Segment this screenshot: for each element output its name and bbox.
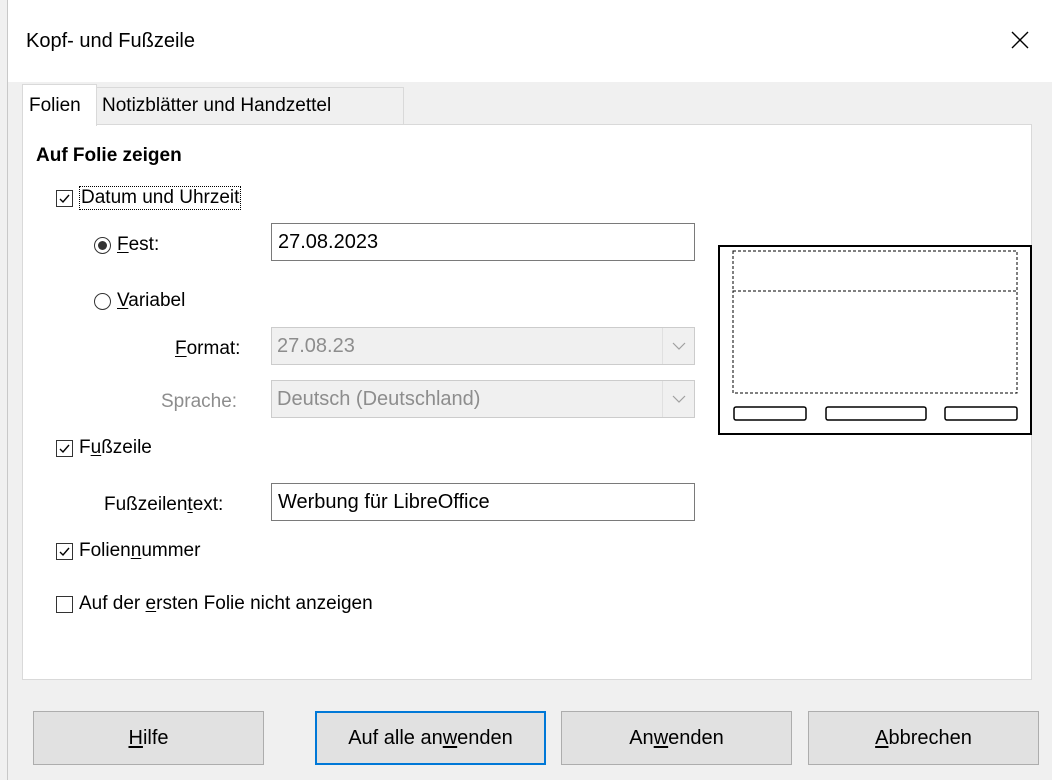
help-label-post: ilfe	[142, 726, 169, 749]
fixed-date-input[interactable]: 27.08.2023	[271, 223, 695, 261]
format-dropdown-button[interactable]	[662, 328, 694, 364]
date-time-label: Datum und Uhrzeit	[79, 186, 242, 210]
footer-label-pre: F	[79, 437, 91, 458]
footer-label: Fußzeile	[79, 437, 152, 459]
language-dropdown[interactable]: Deutsch (Deutschland)	[271, 380, 695, 418]
footer-text-label-post: ext:	[192, 494, 224, 515]
checkmark-icon	[59, 444, 70, 453]
fixed-radio-circle	[94, 236, 111, 254]
radio-selected-dot	[98, 240, 107, 250]
apply-mnemonic: w	[653, 726, 669, 749]
slide-number-label-post: ummer	[141, 540, 201, 561]
apply-button-label: Anwenden	[629, 727, 724, 750]
apply-label-post: enden	[668, 726, 724, 749]
date-time-checkbox[interactable]: Datum und Uhrzeit	[56, 186, 242, 210]
format-dropdown[interactable]: 27.08.23	[271, 327, 695, 365]
language-value: Deutsch (Deutschland)	[277, 387, 481, 410]
apply-button[interactable]: Anwenden	[561, 711, 792, 765]
tab-notizblaetter[interactable]: Notizblätter und Handzettel	[97, 87, 404, 124]
window-left-edge	[0, 0, 8, 780]
tab-folien[interactable]: Folien	[22, 84, 97, 126]
slide-layout-preview-graphic	[732, 250, 1018, 421]
footer-text-value: Werbung für LibreOffice	[278, 490, 490, 513]
footer-mnemonic: u	[90, 437, 102, 458]
apply-all-label-post: enden	[457, 726, 513, 749]
slide-preview	[718, 245, 1032, 435]
format-mnemonic: F	[175, 338, 187, 359]
tab-folien-label: Folien	[29, 94, 81, 116]
footer-label-post: ßzeile	[101, 437, 152, 458]
help-mnemonic: H	[128, 726, 143, 749]
language-dropdown-button[interactable]	[662, 381, 694, 417]
help-button[interactable]: Hilfe	[33, 711, 264, 765]
fixed-mnemonic: F	[117, 234, 129, 255]
apply-label-pre: An	[629, 726, 654, 749]
hide-first-label: Auf der ersten Folie nicht anzeigen	[79, 593, 373, 615]
hide-on-first-slide-checkbox[interactable]: Auf der ersten Folie nicht anzeigen	[56, 593, 373, 615]
variable-radio-circle	[94, 292, 111, 310]
format-label: Format:	[175, 338, 240, 360]
hide-first-label-post: rsten Folie nicht anzeigen	[156, 593, 373, 614]
checkmark-icon	[59, 194, 70, 203]
section-title: Auf Folie zeigen	[36, 145, 182, 166]
fixed-label-rest: est:	[128, 234, 160, 255]
cancel-button-label: Abbrechen	[875, 727, 972, 750]
slide-number-mnemonic: n	[130, 540, 142, 561]
variable-radio-label: Variabel	[117, 290, 185, 312]
close-button[interactable]	[998, 18, 1042, 62]
tab-notizblaetter-label: Notizblätter und Handzettel	[102, 95, 332, 116]
footer-text-label-pre: Fußzeilen	[104, 494, 188, 515]
slide-number-label: Foliennummer	[79, 540, 200, 562]
format-value: 27.08.23	[277, 334, 355, 357]
checkmark-icon	[59, 547, 70, 556]
footer-checkbox[interactable]: Fußzeile	[56, 437, 152, 459]
footer-text-input[interactable]: Werbung für LibreOffice	[271, 483, 695, 521]
title-bar: Kopf- und Fußzeile	[8, 0, 1052, 82]
apply-all-mnemonic: w	[442, 726, 458, 749]
slide-number-checkbox[interactable]: Foliennummer	[56, 540, 200, 562]
hide-first-label-pre: Auf der	[79, 593, 146, 614]
fixed-radio-label: Fest:	[117, 234, 159, 256]
format-label-rest: ormat:	[186, 338, 241, 359]
chevron-down-icon	[672, 342, 685, 350]
hide-first-mnemonic: e	[145, 593, 157, 614]
variable-mnemonic: V	[117, 290, 129, 311]
variable-date-radio[interactable]: Variabel	[94, 290, 185, 312]
window-title: Kopf- und Fußzeile	[26, 30, 195, 52]
language-label: Sprache:	[161, 391, 238, 412]
apply-all-button-label: Auf alle anwenden	[348, 727, 513, 750]
help-button-label: Hilfe	[128, 727, 168, 750]
apply-to-all-button[interactable]: Auf alle anwenden	[315, 711, 546, 765]
variable-label-rest: ariabel	[128, 290, 186, 311]
cancel-button[interactable]: Abbrechen	[808, 711, 1039, 765]
fixed-date-value: 27.08.2023	[278, 230, 379, 253]
date-time-label-text: Datum und Uhrzeit	[81, 187, 240, 208]
apply-all-label-pre: Auf alle an	[348, 726, 443, 749]
chevron-down-icon	[672, 395, 685, 403]
close-icon	[1011, 31, 1029, 49]
cancel-label-post: bbrechen	[888, 726, 972, 749]
footer-checkbox-box	[56, 439, 73, 457]
slide-number-checkbox-box	[56, 542, 73, 560]
fixed-date-radio[interactable]: Fest:	[94, 234, 159, 256]
cancel-mnemonic: A	[875, 726, 889, 749]
hide-first-checkbox-box	[56, 595, 73, 613]
footer-text-label: Fußzeilentext:	[104, 494, 223, 516]
date-time-checkbox-box	[56, 189, 73, 207]
slide-number-label-pre: Folien	[79, 540, 131, 561]
